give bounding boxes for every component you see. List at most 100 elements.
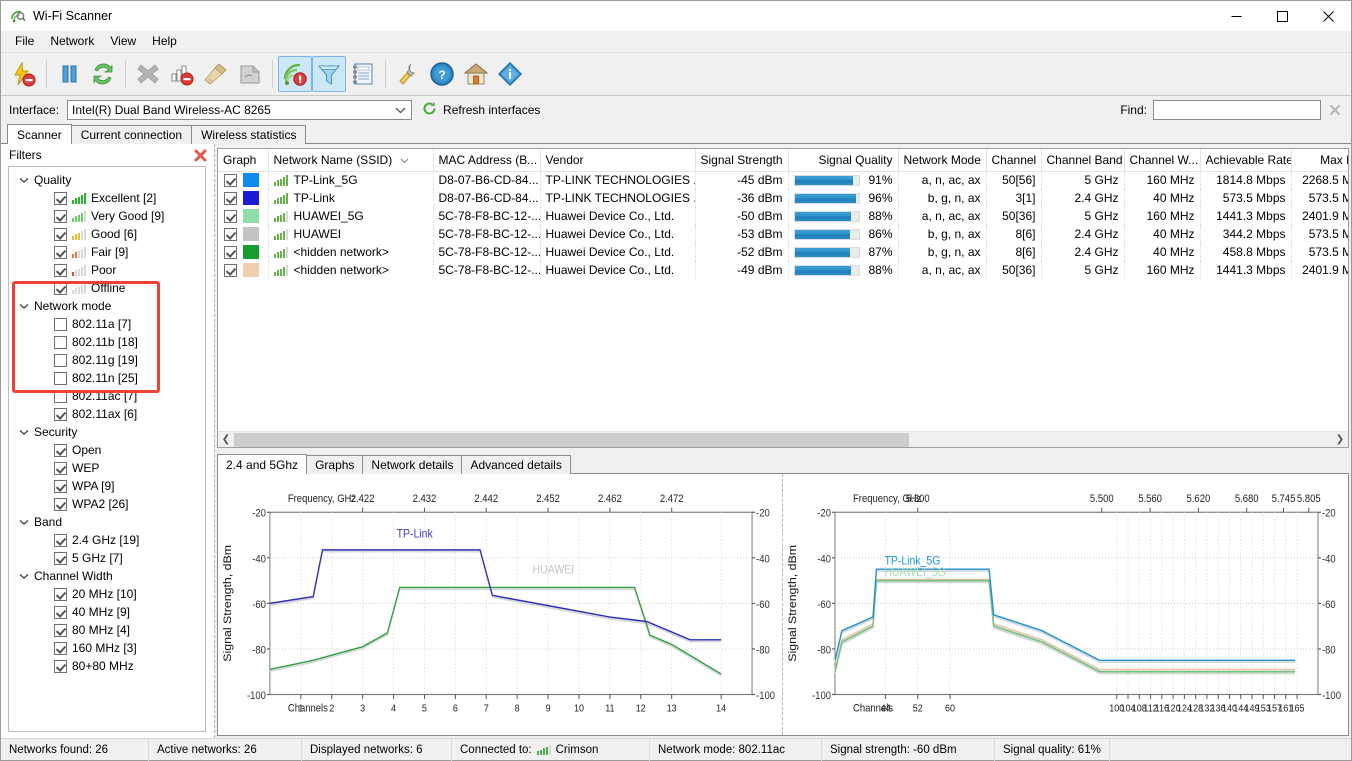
about-button[interactable] xyxy=(493,56,527,92)
search-input[interactable] xyxy=(1153,100,1321,120)
filter-item[interactable]: Good [6] xyxy=(9,225,205,243)
row-checkbox[interactable] xyxy=(224,228,237,241)
filter-checkbox[interactable] xyxy=(54,336,67,349)
graph-cell[interactable] xyxy=(218,189,268,207)
tab-network-details[interactable]: Network details xyxy=(362,455,462,474)
filter-item[interactable]: Very Good [9] xyxy=(9,207,205,225)
filter-item[interactable]: 802.11n [25] xyxy=(9,369,205,387)
chevron-right-icon[interactable]: ❯ xyxy=(1332,432,1348,448)
filter-checkbox[interactable] xyxy=(54,246,67,259)
table-row[interactable]: HUAWEI5C-78-F8-BC-12-...Huawei Device Co… xyxy=(218,225,1349,243)
filter-checkbox[interactable] xyxy=(54,534,67,547)
start-scan-button[interactable] xyxy=(7,56,41,92)
filter-checkbox[interactable] xyxy=(54,498,67,511)
chevron-down-icon[interactable] xyxy=(16,177,32,184)
filter-item[interactable]: WPA2 [26] xyxy=(9,495,205,513)
filter-item[interactable]: 802.11g [19] xyxy=(9,351,205,369)
filter-checkbox[interactable] xyxy=(54,606,67,619)
filter-item[interactable]: Fair [9] xyxy=(9,243,205,261)
graph-cell[interactable] xyxy=(218,225,268,243)
filter-checkbox[interactable] xyxy=(54,480,67,493)
help-button[interactable]: ? xyxy=(425,56,459,92)
filter-item[interactable]: 80+80 MHz xyxy=(9,657,205,675)
filter-checkbox[interactable] xyxy=(54,354,67,367)
settings-button[interactable] xyxy=(391,56,425,92)
filter-checkbox[interactable] xyxy=(54,318,67,331)
maximize-button[interactable] xyxy=(1259,1,1305,31)
filters-tree[interactable]: QualityExcellent [2]Very Good [9]Good [6… xyxy=(8,166,206,732)
pause-scan-button[interactable] xyxy=(52,56,86,92)
filter-checkbox[interactable] xyxy=(54,624,67,637)
table-row[interactable]: <hidden network>5C-78-F8-BC-12-...Huawei… xyxy=(218,243,1349,261)
menu-help[interactable]: Help xyxy=(144,32,185,51)
column-header[interactable]: Signal Strength xyxy=(695,149,788,171)
chevron-down-icon[interactable] xyxy=(16,303,32,310)
filter-item[interactable]: Offline xyxy=(9,279,205,297)
column-header[interactable]: Achievable Rate xyxy=(1200,149,1291,171)
remove-network-button[interactable] xyxy=(165,56,199,92)
minimize-button[interactable] xyxy=(1213,1,1259,31)
filter-checkbox[interactable] xyxy=(54,228,67,241)
stop-button[interactable] xyxy=(131,56,165,92)
scrollbar-thumb[interactable] xyxy=(234,433,909,447)
chart-24ghz[interactable]: -20-20-40-40-60-60-80-80-100-100Frequenc… xyxy=(218,474,783,735)
filter-item[interactable]: 802.11ax [6] xyxy=(9,405,205,423)
close-red-x-icon[interactable] xyxy=(193,148,207,162)
filter-item[interactable]: 5 GHz [7] xyxy=(9,549,205,567)
export-button[interactable] xyxy=(233,56,267,92)
filter-checkbox[interactable] xyxy=(54,444,67,457)
filter-checkbox[interactable] xyxy=(54,642,67,655)
filter-item[interactable]: 20 MHz [10] xyxy=(9,585,205,603)
filter-group-channel-width[interactable]: Channel Width xyxy=(9,567,205,585)
row-checkbox[interactable] xyxy=(224,174,237,187)
tab-current-connection[interactable]: Current connection xyxy=(71,125,192,144)
filter-item[interactable]: 802.11ac [7] xyxy=(9,387,205,405)
graph-cell[interactable] xyxy=(218,243,268,261)
filter-group-security[interactable]: Security xyxy=(9,423,205,441)
filter-item[interactable]: 160 MHz [3] xyxy=(9,639,205,657)
column-header[interactable]: Vendor xyxy=(540,149,695,171)
graph-cell[interactable] xyxy=(218,171,268,189)
filter-checkbox[interactable] xyxy=(54,210,67,223)
tab-graphs[interactable]: Graphs xyxy=(306,455,363,474)
filter-item[interactable]: WPA [9] xyxy=(9,477,205,495)
table-row[interactable]: TP-Link_5GD8-07-B6-CD-84...TP-LINK TECHN… xyxy=(218,171,1349,189)
column-header[interactable]: Graph xyxy=(218,149,268,171)
scrollbar-track[interactable] xyxy=(234,432,1332,448)
tab-wireless-statistics[interactable]: Wireless statistics xyxy=(191,125,306,144)
filter-group-network-mode[interactable]: Network mode xyxy=(9,297,205,315)
chevron-left-icon[interactable]: ❮ xyxy=(218,432,234,448)
column-header[interactable]: Network Mode xyxy=(898,149,986,171)
menu-view[interactable]: View xyxy=(102,32,144,51)
column-header[interactable]: Network Name (SSID) xyxy=(268,149,433,171)
column-header[interactable]: Channel W... xyxy=(1124,149,1200,171)
filter-item[interactable]: Poor xyxy=(9,261,205,279)
column-header[interactable]: Channel Band xyxy=(1041,149,1124,171)
filter-item[interactable]: 802.11a [7] xyxy=(9,315,205,333)
filter-item[interactable]: 80 MHz [4] xyxy=(9,621,205,639)
row-checkbox[interactable] xyxy=(224,264,237,277)
interface-select[interactable]: Intel(R) Dual Band Wireless-AC 8265 xyxy=(67,100,412,120)
refresh-scan-button[interactable] xyxy=(86,56,120,92)
filter-item[interactable]: Open xyxy=(9,441,205,459)
clear-x-icon[interactable] xyxy=(1327,102,1343,118)
refresh-interfaces-button[interactable]: Refresh interfaces xyxy=(422,101,540,119)
filter-item[interactable]: 40 MHz [9] xyxy=(9,603,205,621)
table-row[interactable]: HUAWEI_5G5C-78-F8-BC-12-...Huawei Device… xyxy=(218,207,1349,225)
filter-checkbox[interactable] xyxy=(54,390,67,403)
filter-group-band[interactable]: Band xyxy=(9,513,205,531)
filter-checkbox[interactable] xyxy=(54,408,67,421)
chevron-down-icon[interactable] xyxy=(400,153,409,167)
filter-checkbox[interactable] xyxy=(54,462,67,475)
column-header[interactable]: MAC Address (B... xyxy=(433,149,540,171)
filter-item[interactable]: WEP xyxy=(9,459,205,477)
filter-checkbox[interactable] xyxy=(54,264,67,277)
filter-checkbox[interactable] xyxy=(54,282,67,295)
menu-file[interactable]: File xyxy=(7,32,42,51)
tab-advanced-details[interactable]: Advanced details xyxy=(461,455,570,474)
filter-item[interactable]: 802.11b [18] xyxy=(9,333,205,351)
log-button[interactable] xyxy=(346,56,380,92)
graph-cell[interactable] xyxy=(218,261,268,279)
close-button[interactable] xyxy=(1305,1,1351,31)
chevron-down-icon[interactable] xyxy=(16,429,32,436)
